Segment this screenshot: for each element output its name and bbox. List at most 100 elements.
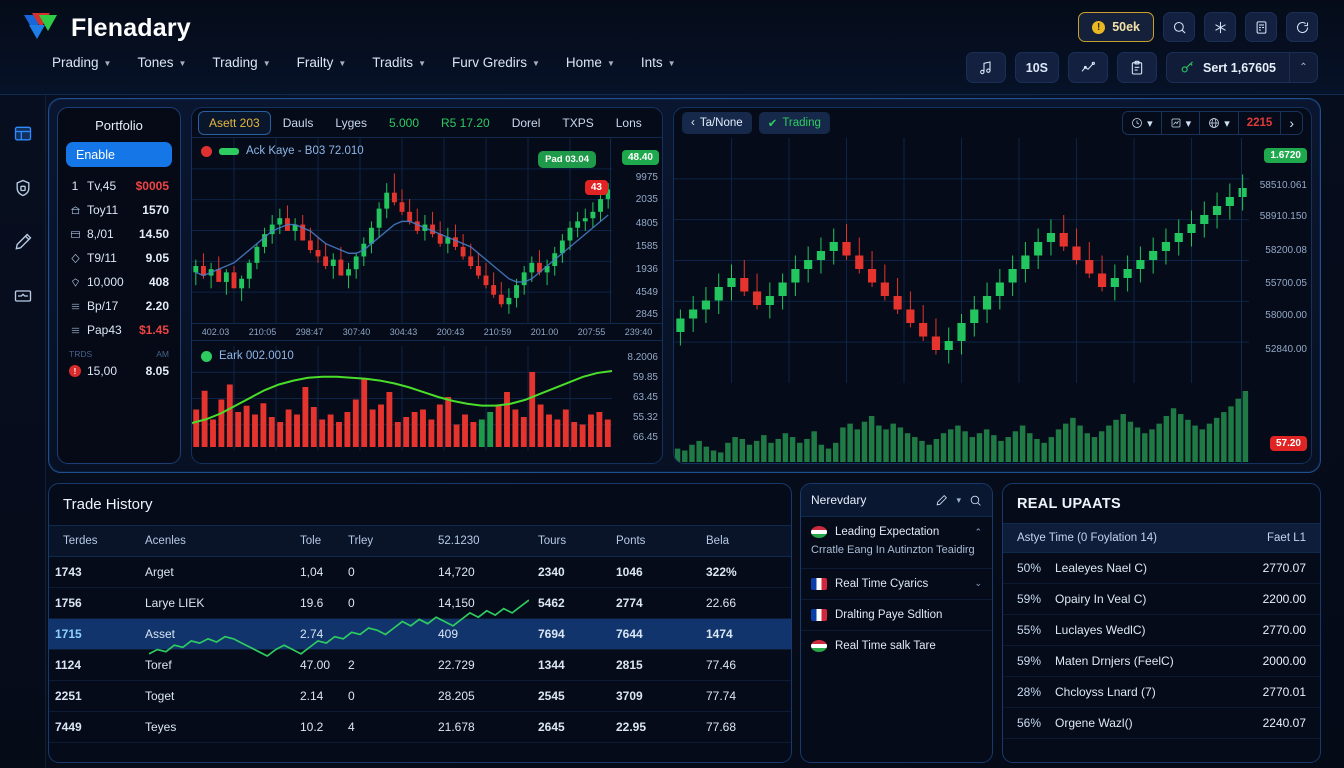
nav-item-0[interactable]: Prading ▼ bbox=[52, 55, 111, 70]
ind-tick-1: 59.85 bbox=[632, 372, 658, 383]
market-control[interactable]: ▾ bbox=[1200, 112, 1239, 134]
nav-item-2[interactable]: Trading ▼ bbox=[212, 55, 270, 70]
nav-item-3[interactable]: Frailty ▼ bbox=[297, 55, 347, 70]
chevron-right-icon: › bbox=[1289, 115, 1294, 131]
right-candlestick-chart[interactable] bbox=[674, 138, 1249, 383]
portfolio-row-6[interactable]: Pap43 $1.45 bbox=[66, 318, 172, 342]
chart-line-icon bbox=[1081, 61, 1095, 72]
chevron-up-icon: ⌃ bbox=[974, 526, 982, 537]
portfolio-row-4[interactable]: 10,000 408 bbox=[66, 270, 172, 294]
portfolio-footer-row[interactable]: ! 15,00 8.05 bbox=[66, 359, 172, 383]
left-price-tick-6: 2845 bbox=[635, 309, 658, 320]
rail-item-dashboard[interactable] bbox=[10, 121, 36, 147]
right-price-tick-2: 58200.08 bbox=[1265, 245, 1307, 256]
chevron-down-icon: ▾ bbox=[1185, 117, 1192, 130]
nav-item-1[interactable]: Tones ▼ bbox=[137, 55, 186, 70]
edit-icon[interactable] bbox=[935, 494, 948, 507]
update-row[interactable]: 59% Maten Drnjers (FeelC) 2000.00 bbox=[1003, 646, 1320, 677]
analytics-button[interactable] bbox=[1068, 52, 1109, 83]
update-row[interactable]: 55% Luclayes WedlC) 2770.00 bbox=[1003, 615, 1320, 646]
updates-body: 50% Lealeyes Nael C) 2770.07 59% Opairy In V… bbox=[1003, 553, 1320, 739]
mentor-item-3[interactable]: Real Time salk Tare bbox=[801, 631, 992, 661]
left-time-tick-6: 210:59 bbox=[483, 327, 512, 337]
calculator-button[interactable] bbox=[1245, 12, 1277, 42]
rail-item-security[interactable] bbox=[10, 175, 36, 201]
portfolio-value-1: 1570 bbox=[142, 203, 169, 217]
account-chevron-icon[interactable]: ⌃ bbox=[1289, 53, 1317, 82]
tab-dorel[interactable]: Dorel bbox=[502, 112, 551, 134]
table-row[interactable]: 1756 Larye LIEK 19.6 0 14,150 5462 2774 22.66 bbox=[49, 587, 791, 619]
table-row[interactable]: 7449 Teyes 10.2 4 21.678 2645 22.95 77.68 bbox=[49, 711, 791, 743]
rail-item-edit[interactable] bbox=[10, 229, 36, 255]
tab-txps[interactable]: TXPS bbox=[552, 112, 603, 134]
left-price-axis: 9975 2035 4805 1585 1936 4549 2845 bbox=[610, 138, 662, 323]
tab-lons[interactable]: Lons bbox=[606, 112, 652, 134]
cell-r1-c7: 22.66 bbox=[700, 587, 791, 619]
right-chart-controls: ▾ ▾ ▾ 2215 › bbox=[1122, 111, 1303, 135]
mentor-item-1[interactable]: Real Time Cyarics ⌄ bbox=[801, 569, 992, 600]
right-price-tick-1: 58910.150 bbox=[1259, 211, 1307, 222]
back-button[interactable]: ‹ Ta/None bbox=[682, 112, 752, 134]
timeframe-control[interactable]: ▾ bbox=[1123, 112, 1162, 134]
portfolio-label-1: Toy11 bbox=[87, 203, 119, 217]
portfolio-row-1[interactable]: Toy11 1570 bbox=[66, 198, 172, 222]
account-button[interactable]: Sert 1,67605 bbox=[1167, 53, 1289, 82]
nav-item-4[interactable]: Tradits ▼ bbox=[372, 55, 426, 70]
portfolio-footer-label: 15,00 bbox=[87, 364, 118, 378]
update-row[interactable]: 50% Lealeyes Nael C) 2770.07 bbox=[1003, 553, 1320, 584]
tab-lyges[interactable]: Lyges bbox=[325, 112, 377, 134]
account-widget: Sert 1,67605 ⌃ bbox=[1166, 52, 1318, 83]
table-row[interactable]: 1715 Asset 2.74 409 7694 7644 1474 bbox=[49, 618, 791, 650]
tab-asett[interactable]: Asett 203 bbox=[198, 110, 271, 135]
portfolio-enable-button[interactable]: Enable bbox=[66, 142, 172, 167]
update-row[interactable]: 28% Chcloyss Lnard (7) 2770.01 bbox=[1003, 677, 1320, 708]
updates-col-1: Astye Time (0 Foylation 14) bbox=[1017, 532, 1157, 544]
table-row[interactable]: 1743 Arget 1,04 0 14,720 2340 1046 322% bbox=[49, 556, 791, 588]
cell-r2-c1: Asset bbox=[139, 618, 294, 650]
mentor-item-2[interactable]: Dralting Paye Sdltion bbox=[801, 600, 992, 631]
nav-item-6[interactable]: Home ▼ bbox=[566, 55, 615, 70]
table-row[interactable]: 2251 Toget 2.14 0 28.205 2545 3709 77.74 bbox=[49, 680, 791, 712]
mentor-item-0[interactable]: Leading Expectation ⌃ Crratle Eang In Au… bbox=[801, 517, 992, 569]
update-row[interactable]: 56% Orgene Wazl() 2240.07 bbox=[1003, 708, 1320, 739]
chevron-down-icon[interactable]: ▾ bbox=[956, 495, 961, 506]
price-indicator[interactable]: 2215 bbox=[1239, 112, 1282, 134]
cell-r1-c1: Larye LIEK bbox=[139, 587, 294, 619]
nav-item-7[interactable]: Ints ▼ bbox=[641, 55, 676, 70]
shield-icon bbox=[16, 179, 29, 197]
cell-r1-c3: 0 bbox=[342, 587, 432, 619]
right-volume-chart[interactable] bbox=[674, 381, 1249, 464]
brand: Flenadary bbox=[24, 13, 191, 43]
refresh-button[interactable] bbox=[1286, 12, 1318, 42]
rail-item-flags[interactable] bbox=[10, 283, 36, 309]
next-button[interactable]: › bbox=[1281, 112, 1302, 134]
portfolio-row-3[interactable]: T9/11 9.05 bbox=[66, 246, 172, 270]
header-bottom-actions: 10S Sert 1,67605 ⌃ bbox=[965, 52, 1318, 83]
charttype-control[interactable]: ▾ bbox=[1162, 112, 1201, 134]
count-button[interactable]: 10S bbox=[1014, 52, 1060, 83]
search-button[interactable] bbox=[1163, 12, 1195, 42]
music-button[interactable] bbox=[965, 52, 1006, 83]
tab-dauls[interactable]: Dauls bbox=[273, 112, 324, 134]
ind-tick-3: 55.32 bbox=[632, 412, 658, 423]
portfolio-row-2[interactable]: 8,/01 14.50 bbox=[66, 222, 172, 246]
trading-status-button[interactable]: ✔ Trading bbox=[758, 112, 830, 134]
search-icon[interactable] bbox=[969, 494, 982, 507]
table-row[interactable]: 1124 Toref 47.00 2 22.729 1344 2815 77.46 bbox=[49, 649, 791, 681]
left-time-tick-4: 304:43 bbox=[389, 327, 418, 337]
portfolio-row-0[interactable]: 1 Tv,45 $0005 bbox=[66, 174, 172, 198]
notes-button[interactable] bbox=[1117, 52, 1158, 83]
tab-value-1[interactable]: 5.000 bbox=[379, 112, 429, 134]
portfolio-footer-right: AM bbox=[156, 349, 169, 359]
settings-button[interactable] bbox=[1204, 12, 1236, 42]
diamond-icon bbox=[69, 252, 81, 264]
alert-pill-button[interactable]: ! 50ek bbox=[1078, 12, 1154, 42]
portfolio-row-5[interactable]: Bp/17 2.20 bbox=[66, 294, 172, 318]
chevron-down-icon: ⌄ bbox=[974, 578, 982, 589]
cell-r0-c7: 322% bbox=[700, 556, 791, 588]
tab-value-2[interactable]: R5 17.20 bbox=[431, 112, 500, 134]
left-price-tick-3: 1585 bbox=[635, 241, 658, 252]
key-icon bbox=[1181, 61, 1193, 73]
nav-item-5[interactable]: Furv Gredirs ▼ bbox=[452, 55, 540, 70]
update-row[interactable]: 59% Opairy In Veal C) 2200.00 bbox=[1003, 584, 1320, 615]
